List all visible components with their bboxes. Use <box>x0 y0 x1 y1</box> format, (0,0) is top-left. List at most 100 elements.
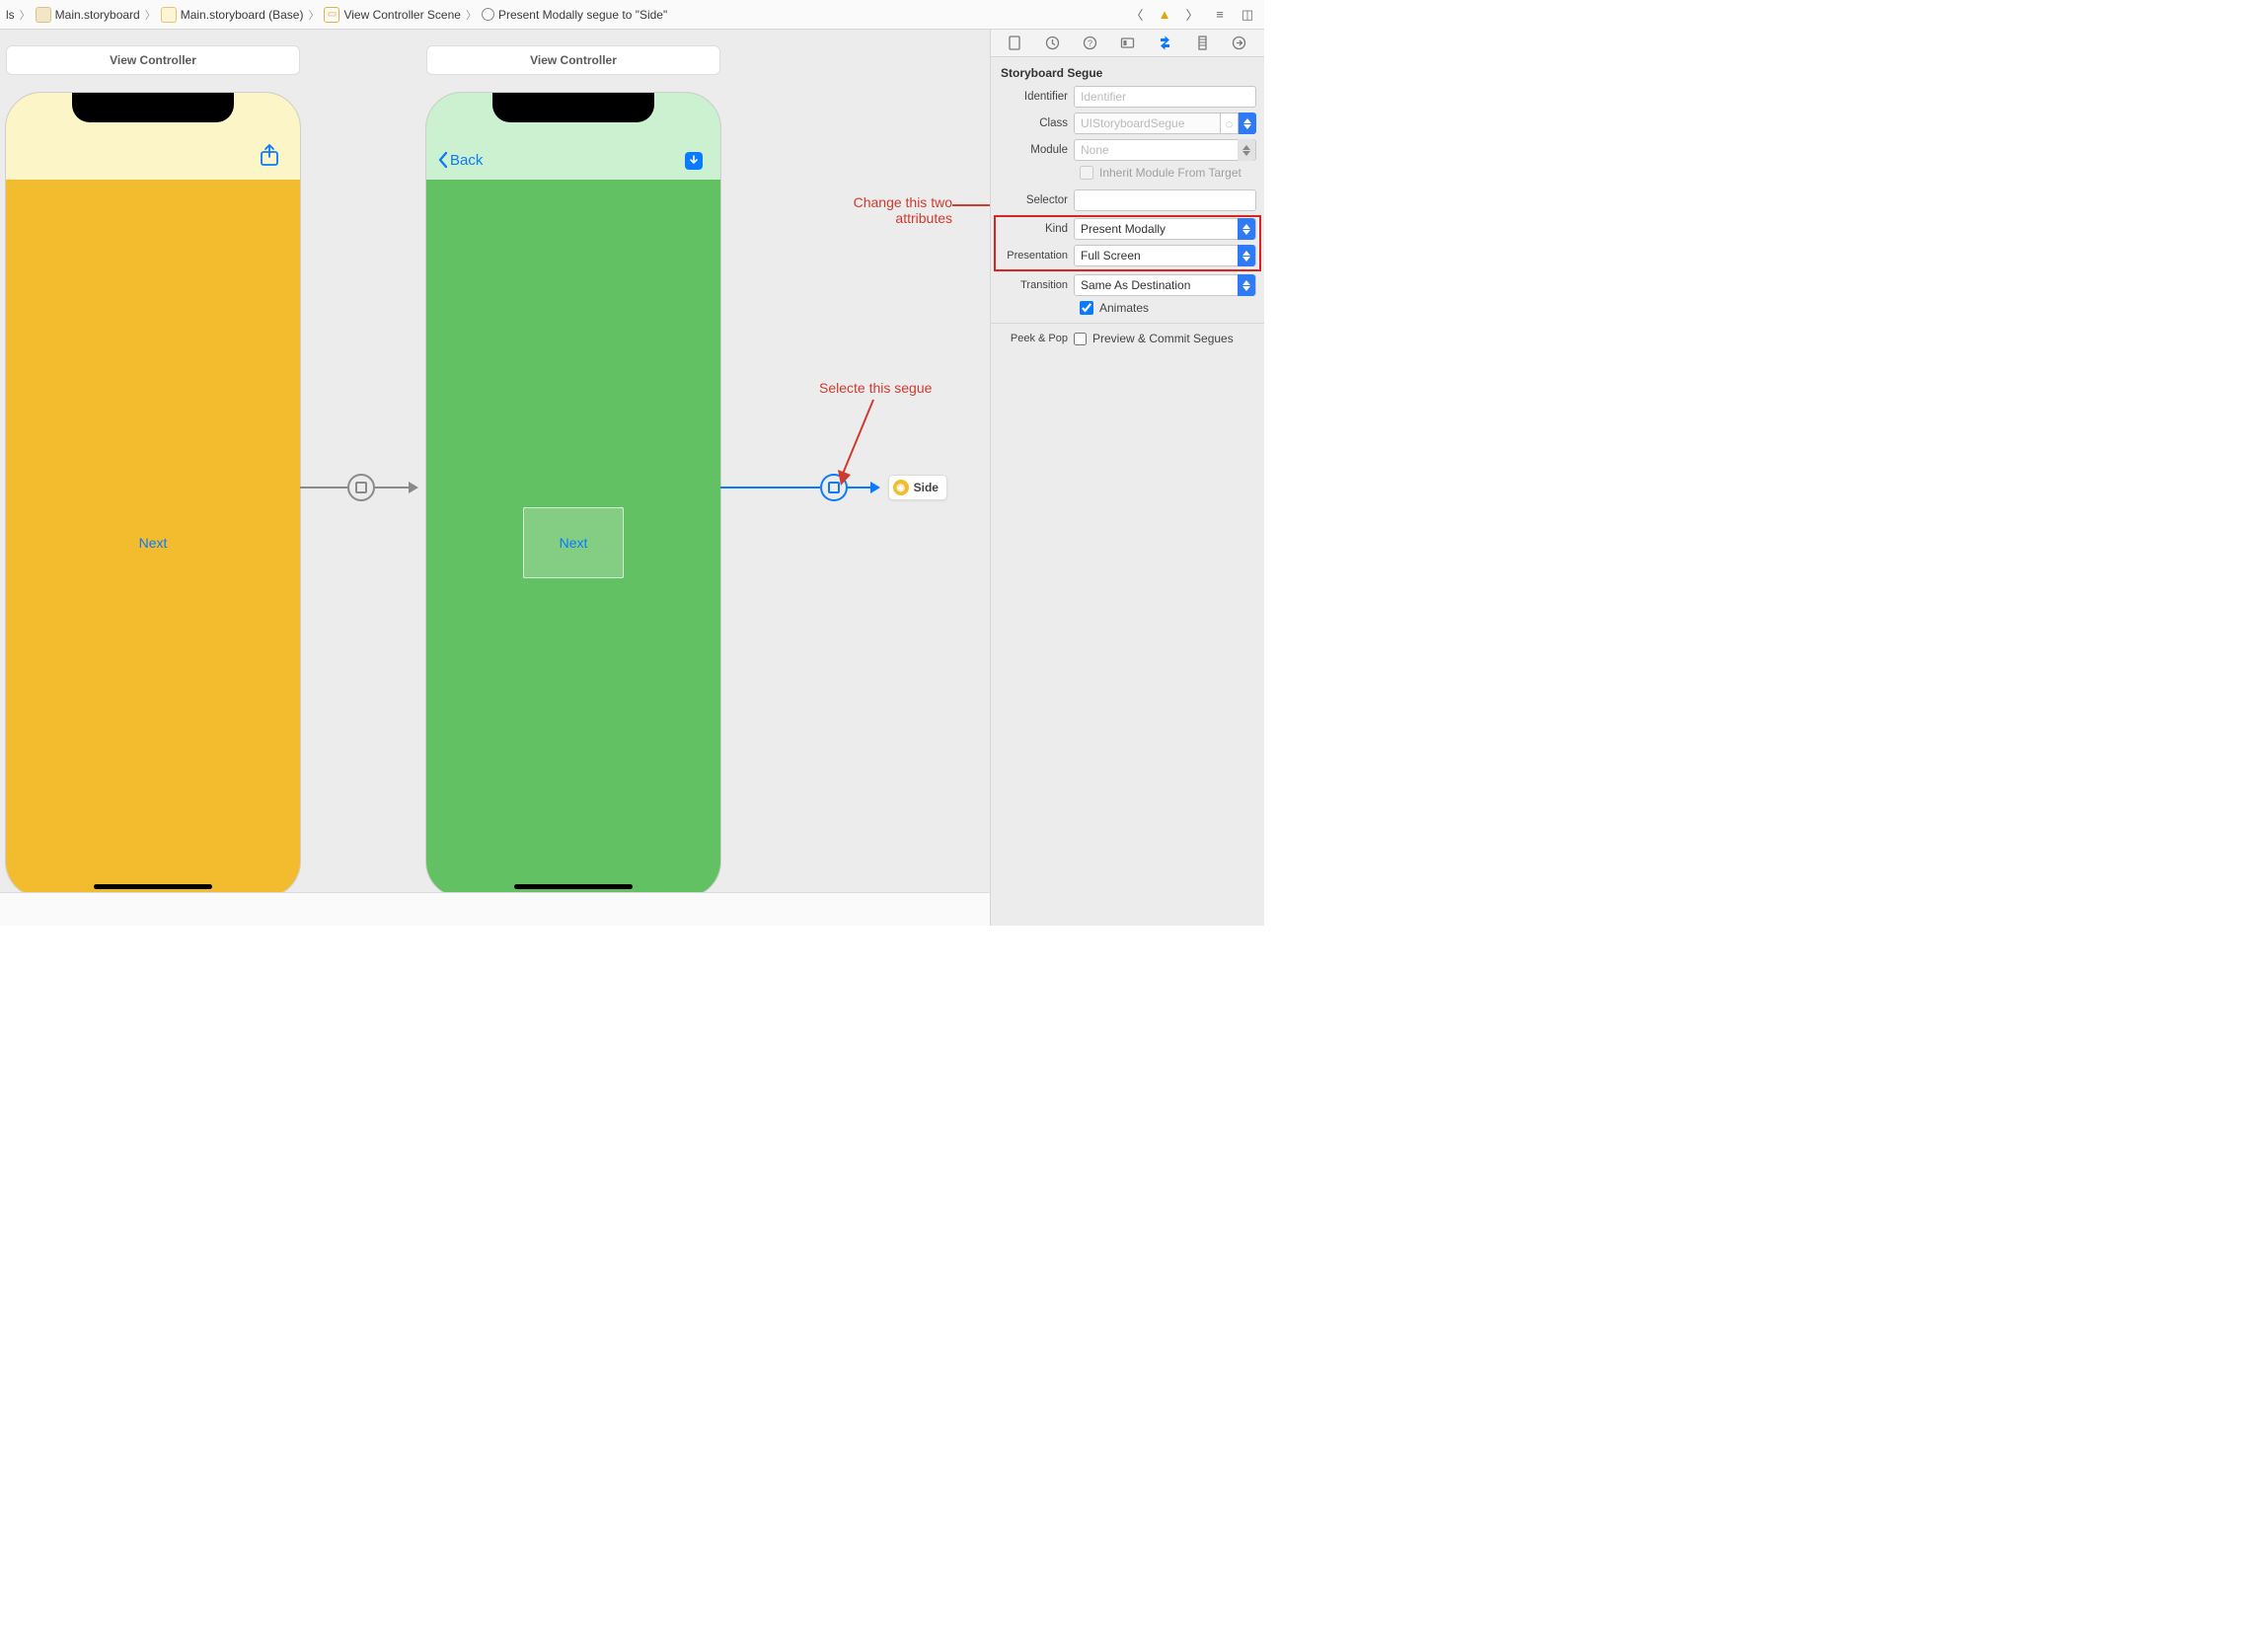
kind-value: Present Modally <box>1081 222 1166 236</box>
crumb-root[interactable]: ls <box>4 8 17 22</box>
preview-commit-label: Preview & Commit Segues <box>1092 332 1234 345</box>
peekpop-row: Peek & Pop Preview & Commit Segues <box>999 332 1256 345</box>
identity-inspector-tab[interactable] <box>1115 34 1139 53</box>
segue-line-icon <box>300 487 347 488</box>
storyboard-base-icon <box>161 7 177 23</box>
annotation-text: Change this two <box>854 194 952 210</box>
vc1-phone[interactable]: Next <box>6 93 300 897</box>
annotation-change-attributes: Change this two attributes <box>839 194 952 226</box>
arrowhead-icon <box>409 482 418 493</box>
presentation-value: Full Screen <box>1081 249 1141 263</box>
chevron-right-icon: 〉 <box>465 7 478 23</box>
side-label: Side <box>914 481 939 494</box>
button-label: Next <box>560 535 588 551</box>
split-view-icon[interactable]: ◫ <box>1239 6 1256 24</box>
chevron-updown-icon <box>1238 274 1255 296</box>
crumb-scene[interactable]: ▭ View Controller Scene <box>322 7 463 23</box>
class-label: Class <box>999 117 1074 129</box>
class-clear-button[interactable]: ◌ <box>1221 113 1239 134</box>
chevron-left-icon <box>436 150 450 170</box>
animates-checkbox[interactable] <box>1080 301 1093 315</box>
side-scene-badge[interactable]: ◉ Side <box>888 475 947 500</box>
chevron-updown-icon <box>1238 245 1255 266</box>
inherit-module-row: Inherit Module From Target <box>1080 166 1256 180</box>
storyboard-canvas[interactable]: View Controller Next View Controller <box>0 30 990 926</box>
preview-commit-checkbox[interactable] <box>1074 333 1087 345</box>
chevron-right-icon: 〉 <box>307 7 320 23</box>
annotation-text: attributes <box>895 210 952 226</box>
chevron-updown-icon <box>1238 139 1255 161</box>
home-indicator-icon <box>94 884 212 889</box>
toolbar-right-controls: 〈 ▲ 〉 ≡ ◫ <box>1128 6 1264 24</box>
size-inspector-tab[interactable] <box>1190 34 1214 53</box>
kind-select[interactable]: Present Modally <box>1074 218 1256 240</box>
crumb-text: Main.storyboard <box>55 8 140 22</box>
back-button[interactable]: Back <box>436 150 483 170</box>
button-label: Next <box>139 535 168 551</box>
annotation-text: Selecte this segue <box>819 380 932 396</box>
main-area: View Controller Next View Controller <box>0 30 1264 926</box>
crumb-segue[interactable]: Present Modally segue to "Side" <box>480 8 669 22</box>
connections-inspector-tab[interactable] <box>1228 34 1251 53</box>
history-back-button[interactable]: 〈 <box>1128 6 1146 24</box>
identifier-row: Identifier <box>999 86 1256 108</box>
vc2-container: View Controller Back Next <box>426 45 720 897</box>
chevron-right-icon: 〉 <box>19 7 32 23</box>
history-inspector-tab[interactable] <box>1041 34 1065 53</box>
segue-vc1-to-vc2[interactable] <box>300 468 422 507</box>
selector-row: Selector <box>999 189 1256 211</box>
annotation-arrow-icon <box>829 395 888 488</box>
inspector-tabs: ? <box>991 30 1264 57</box>
identifier-input[interactable] <box>1074 86 1256 108</box>
crumb-text: Present Modally segue to "Side" <box>498 8 667 22</box>
crumb-text: Main.storyboard (Base) <box>181 8 304 22</box>
presentation-label: Presentation <box>999 250 1074 262</box>
help-inspector-tab[interactable]: ? <box>1079 34 1102 53</box>
animates-row: Animates <box>1080 301 1256 315</box>
history-forward-button[interactable]: 〉 <box>1183 6 1201 24</box>
home-indicator-icon <box>514 884 633 889</box>
annotation-arrow-icon <box>947 199 990 219</box>
vc2-title: View Controller <box>530 53 617 67</box>
warning-icon[interactable]: ▲ <box>1156 6 1173 24</box>
selector-input[interactable] <box>1074 189 1256 211</box>
transition-select[interactable]: Same As Destination <box>1074 274 1256 296</box>
vc2-phone[interactable]: Back Next <box>426 93 720 897</box>
annotation-select-segue: Selecte this segue <box>819 380 932 396</box>
breadcrumb: ls 〉 Main.storyboard 〉 Main.storyboard (… <box>0 7 1128 23</box>
segue-line-icon <box>375 487 409 488</box>
module-select[interactable]: None <box>1074 139 1256 161</box>
vc1-title-bar[interactable]: View Controller <box>6 45 300 75</box>
inspector-section-header: Storyboard Segue <box>999 63 1256 86</box>
module-row: Module None <box>999 139 1256 161</box>
class-value: UIStoryboardSegue <box>1081 116 1184 130</box>
inherit-module-label: Inherit Module From Target <box>1099 166 1241 180</box>
file-inspector-tab[interactable] <box>1004 34 1027 53</box>
download-icon[interactable] <box>685 152 703 170</box>
class-input[interactable]: UIStoryboardSegue <box>1074 113 1221 134</box>
lines-icon[interactable]: ≡ <box>1211 6 1229 24</box>
vc2-title-bar[interactable]: View Controller <box>426 45 720 75</box>
inspector-panel: ? Storyboard Segue Identifier Class UISt… <box>990 30 1264 926</box>
editor-toolbar: ls 〉 Main.storyboard 〉 Main.storyboard (… <box>0 0 1264 30</box>
segue-node-icon <box>347 474 375 501</box>
vc2-next-button[interactable]: Next <box>523 507 624 578</box>
segue-line-icon <box>720 487 820 488</box>
highlighted-attributes: Kind Present Modally Presentation Full S… <box>995 216 1260 270</box>
inherit-module-checkbox <box>1080 166 1093 180</box>
presentation-select[interactable]: Full Screen <box>1074 245 1256 266</box>
share-icon[interactable] <box>259 143 280 170</box>
selector-label: Selector <box>999 194 1074 206</box>
vc1-next-button[interactable]: Next <box>139 535 168 551</box>
canvas-bottom-bar <box>0 892 990 926</box>
kind-row: Kind Present Modally <box>995 218 1260 240</box>
class-dropdown-button[interactable] <box>1239 113 1256 134</box>
kind-label: Kind <box>999 223 1074 235</box>
viewcontroller-icon: ◉ <box>893 480 909 495</box>
inspector-body: Storyboard Segue Identifier Class UIStor… <box>991 57 1264 358</box>
crumb-base[interactable]: Main.storyboard (Base) <box>159 7 306 23</box>
chevron-updown-icon <box>1238 218 1255 240</box>
crumb-storyboard[interactable]: Main.storyboard <box>34 7 142 23</box>
attributes-inspector-tab[interactable] <box>1153 34 1176 53</box>
crumb-text: View Controller Scene <box>343 8 461 22</box>
